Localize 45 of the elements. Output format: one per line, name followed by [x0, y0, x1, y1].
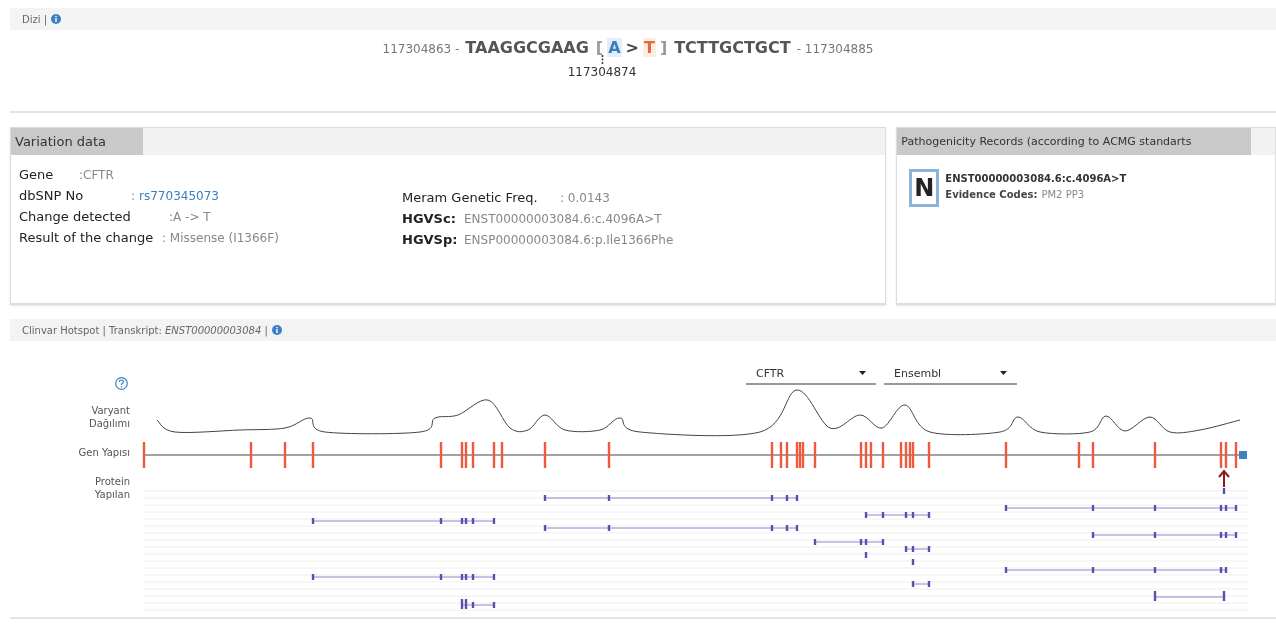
- field-label: HGVSp:: [402, 232, 459, 247]
- field-label: Change detected: [19, 209, 132, 224]
- field-label: dbSNP No: [19, 188, 85, 203]
- position-marker-icon: [600, 55, 604, 65]
- track-label: Varyant Dağılımı: [87, 404, 130, 430]
- field-value: :A -> T: [169, 210, 211, 224]
- track-label: Gen Yapısı: [77, 446, 130, 459]
- classification-badge: N: [909, 169, 940, 207]
- field-value: : 0.0143: [560, 191, 610, 205]
- evidence-label: Evidence Codes:: [945, 189, 1038, 200]
- change-symbol: >: [624, 38, 640, 57]
- card-title: Pathogenicity Records (according to ACMG standarts: [897, 128, 1252, 155]
- field-label: Gene: [19, 167, 55, 182]
- right-sequence: TCTTGCTGCT: [674, 38, 791, 57]
- info-icon[interactable]: [271, 325, 282, 335]
- info-icon[interactable]: [51, 14, 62, 24]
- field-label: Meram Genetic Freq.: [402, 190, 539, 205]
- start-position: 117304863 -: [382, 42, 460, 56]
- field-label: HGVSc:: [402, 211, 457, 226]
- evidence-codes: PM2 PP3: [1041, 189, 1085, 200]
- field-value: ENST00000003084.6:c.4096A>T: [464, 212, 662, 226]
- caret-icon: [859, 371, 866, 375]
- bracket: [: [594, 38, 605, 57]
- gene-select[interactable]: CFTR: [746, 363, 876, 385]
- alternate-base: T: [642, 38, 656, 57]
- bracket: ]: [658, 38, 669, 57]
- transcript-change: ENST00000003084.6:c.4096A>T: [945, 173, 1127, 184]
- reference-base: A: [607, 38, 622, 57]
- panel-title: Dizi |: [22, 13, 48, 25]
- caret-icon: [1000, 371, 1007, 375]
- variant-arrow-icon: [1218, 469, 1230, 488]
- field-value: :CFTR: [79, 168, 114, 182]
- field-value: : Missense (I1366F): [162, 231, 279, 245]
- card-title: Variation data: [11, 128, 143, 155]
- variant-position: 117304874: [567, 65, 637, 79]
- left-sequence: TAAGGCGAAG: [465, 38, 589, 57]
- panel-title: Clinvar Hotspot | Transkript: ENST00000003084 |: [22, 324, 268, 336]
- separator: :: [131, 189, 136, 203]
- dbsnp-link[interactable]: rs770345073: [139, 189, 219, 203]
- track-label: Protein Yapılan: [93, 475, 130, 501]
- source-select[interactable]: Ensembl: [884, 363, 1017, 385]
- field-value: ENSP00000003084.6:p.Ile1366Phe: [464, 233, 674, 247]
- field-label: Result of the change: [19, 230, 155, 245]
- end-position: - 117304885: [796, 42, 874, 56]
- help-icon[interactable]: [115, 377, 128, 390]
